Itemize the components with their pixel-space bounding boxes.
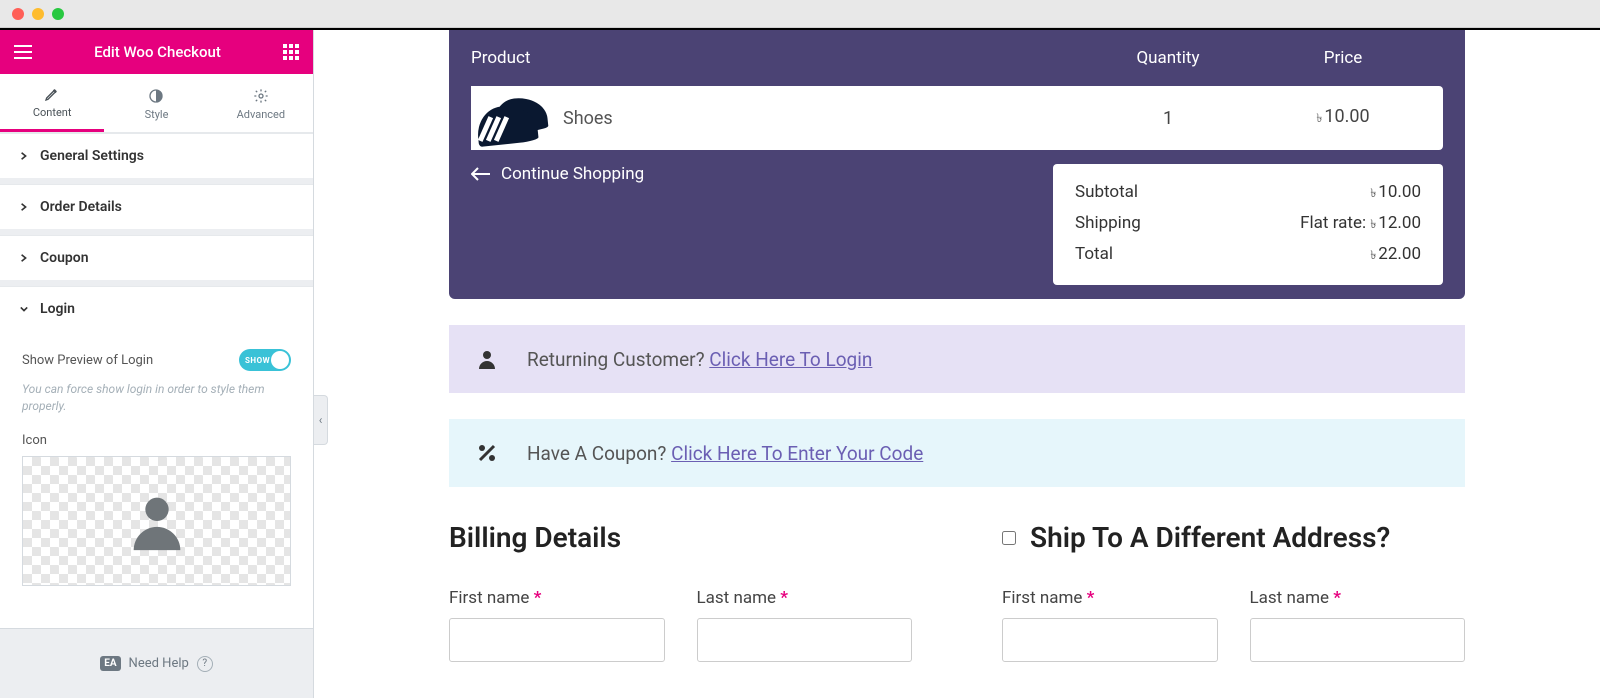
need-help-label[interactable]: Need Help bbox=[129, 656, 189, 671]
col-quantity: Quantity bbox=[1093, 48, 1243, 68]
mac-close-icon[interactable] bbox=[12, 8, 24, 20]
panel-tabs: Content Style Advanced bbox=[0, 74, 313, 133]
field-label: Last name * bbox=[697, 588, 788, 608]
panel-body: General Settings Order Details Coupon Lo… bbox=[0, 133, 313, 628]
continue-shopping-link[interactable]: Continue Shopping bbox=[471, 164, 644, 184]
cart-item-row: Shoes 1 ৳10.00 bbox=[471, 86, 1443, 150]
preview-area: Product Quantity Price Shoes 1 ৳10.00 Co… bbox=[314, 30, 1600, 698]
icon-picker[interactable] bbox=[22, 456, 291, 586]
product-name: Shoes bbox=[563, 108, 613, 129]
tab-content[interactable]: Content bbox=[0, 74, 104, 132]
billing-section: Billing Details First name * Last name * bbox=[449, 521, 912, 662]
user-icon bbox=[475, 347, 499, 371]
widgets-grid-icon[interactable] bbox=[283, 44, 299, 60]
checkout-forms: Billing Details First name * Last name *… bbox=[449, 521, 1465, 662]
coupon-notice-text: Have A Coupon? bbox=[527, 442, 666, 465]
menu-icon[interactable] bbox=[14, 45, 32, 59]
help-icon[interactable]: ? bbox=[197, 656, 213, 672]
section-general-settings[interactable]: General Settings bbox=[0, 133, 313, 178]
order-summary: Product Quantity Price Shoes 1 ৳10.00 Co… bbox=[449, 30, 1465, 299]
panel-collapse-button[interactable]: ‹ bbox=[314, 395, 328, 445]
shipping-title: Ship To A Different Address? bbox=[1030, 521, 1390, 554]
mac-maximize-icon[interactable] bbox=[52, 8, 64, 20]
coupon-notice: Have A Coupon? Click Here To Enter Your … bbox=[449, 419, 1465, 487]
tab-style[interactable]: Style bbox=[104, 74, 208, 132]
section-label: Login bbox=[40, 301, 75, 317]
billing-first-name-field: First name * bbox=[449, 588, 665, 662]
total-value: ৳22.00 bbox=[1370, 244, 1421, 267]
billing-title: Billing Details bbox=[449, 521, 912, 554]
panel-header: Edit Woo Checkout bbox=[0, 30, 313, 74]
toggle-state: SHOW bbox=[245, 356, 270, 365]
shipping-first-name-field: First name * bbox=[1002, 588, 1218, 662]
col-product: Product bbox=[471, 48, 1093, 68]
shipping-value: Flat rate: ৳12.00 bbox=[1300, 213, 1421, 236]
panel-title: Edit Woo Checkout bbox=[94, 43, 221, 61]
shipping-section: Ship To A Different Address? First name … bbox=[1002, 521, 1465, 662]
panel-footer: EA Need Help ? bbox=[0, 628, 313, 698]
product-price: ৳10.00 bbox=[1243, 106, 1443, 130]
tab-advanced[interactable]: Advanced bbox=[209, 74, 313, 132]
user-icon bbox=[122, 486, 192, 556]
section-order-details[interactable]: Order Details bbox=[0, 184, 313, 229]
mac-minimize-icon[interactable] bbox=[32, 8, 44, 20]
product-qty: 1 bbox=[1093, 108, 1243, 129]
shipping-last-name-field: Last name * bbox=[1250, 588, 1466, 662]
section-login[interactable]: Login bbox=[0, 286, 313, 331]
billing-last-name-input[interactable] bbox=[697, 618, 913, 662]
section-label: Order Details bbox=[40, 199, 122, 215]
continue-shopping-label: Continue Shopping bbox=[501, 164, 644, 184]
field-label: First name * bbox=[1002, 588, 1094, 608]
tab-style-label: Style bbox=[145, 108, 169, 121]
tab-advanced-label: Advanced bbox=[237, 108, 285, 121]
section-coupon[interactable]: Coupon bbox=[0, 235, 313, 280]
login-notice-text: Returning Customer? bbox=[527, 348, 705, 371]
arrow-left-icon bbox=[471, 167, 491, 181]
ea-badge: EA bbox=[100, 656, 120, 671]
subtotal-label: Subtotal bbox=[1075, 182, 1138, 205]
editor-panel: Edit Woo Checkout Content Style Advanced bbox=[0, 30, 314, 698]
subtotal-value: ৳10.00 bbox=[1370, 182, 1421, 205]
show-preview-toggle[interactable]: SHOW bbox=[239, 349, 291, 371]
shipping-label: Shipping bbox=[1075, 213, 1141, 236]
icon-field-label: Icon bbox=[22, 433, 291, 448]
login-section-body: Show Preview of Login SHOW You can force… bbox=[0, 331, 313, 616]
login-notice: Returning Customer? Click Here To Login bbox=[449, 325, 1465, 393]
product-image bbox=[471, 86, 549, 150]
coupon-link[interactable]: Click Here To Enter Your Code bbox=[671, 442, 923, 465]
window-titlebar bbox=[0, 0, 1600, 28]
tab-content-label: Content bbox=[33, 106, 72, 119]
toggle-hint: You can force show login in order to sty… bbox=[22, 381, 291, 415]
shipping-first-name-input[interactable] bbox=[1002, 618, 1218, 662]
section-label: Coupon bbox=[40, 250, 89, 266]
totals-box: Subtotal ৳10.00 Shipping Flat rate: ৳12.00… bbox=[1053, 164, 1443, 285]
billing-first-name-input[interactable] bbox=[449, 618, 665, 662]
field-label: First name * bbox=[449, 588, 541, 608]
percent-icon bbox=[475, 441, 499, 465]
billing-last-name-field: Last name * bbox=[697, 588, 913, 662]
col-price: Price bbox=[1243, 48, 1443, 68]
field-label: Last name * bbox=[1250, 588, 1341, 608]
login-link[interactable]: Click Here To Login bbox=[709, 348, 872, 371]
section-label: General Settings bbox=[40, 148, 144, 164]
toggle-label: Show Preview of Login bbox=[22, 353, 153, 368]
shipping-last-name-input[interactable] bbox=[1250, 618, 1466, 662]
total-label: Total bbox=[1075, 244, 1113, 267]
ship-different-checkbox[interactable] bbox=[1002, 531, 1016, 545]
toggle-knob bbox=[271, 351, 289, 369]
